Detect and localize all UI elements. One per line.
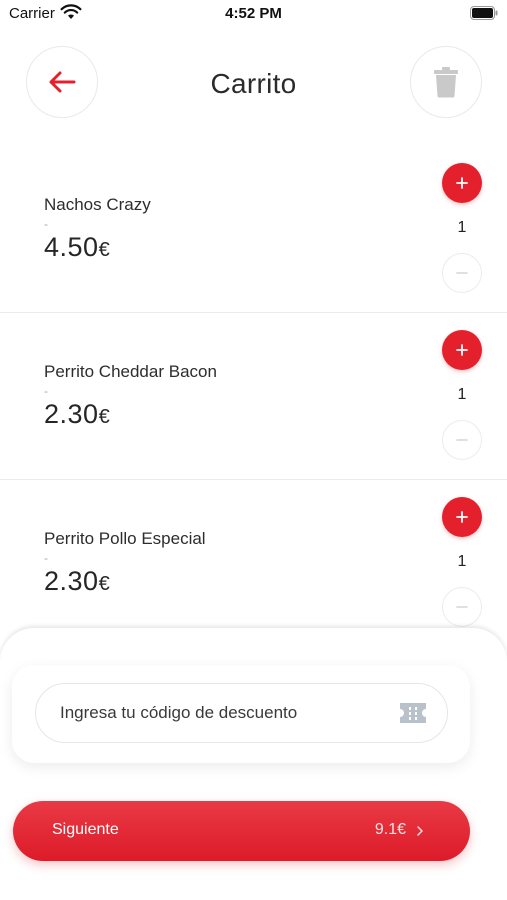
decrease-quantity-button[interactable]	[442, 587, 482, 627]
item-name: Perrito Pollo Especial	[44, 529, 206, 548]
discount-card: Ingresa tu código de descuento	[12, 665, 470, 763]
chevron-right-icon	[417, 826, 423, 836]
item-quantity: 1	[457, 219, 467, 236]
cart-screen: Carrier 4:52 PM Carrito Nachos Crazy - 4…	[0, 0, 507, 900]
cart-total: 9.1€	[374, 821, 406, 838]
item-description: -	[44, 551, 48, 565]
item-description: -	[44, 384, 48, 398]
ticket-icon	[400, 703, 426, 723]
decrease-quantity-button[interactable]	[442, 420, 482, 460]
item-quantity: 1	[457, 553, 467, 570]
minus-icon	[456, 272, 468, 274]
item-price: 2.30€	[44, 399, 110, 430]
battery-icon	[470, 6, 498, 20]
checkout-sheet: Ingresa tu código de descuento Siguiente…	[0, 628, 507, 900]
plus-icon	[456, 344, 468, 356]
discount-code-input[interactable]: Ingresa tu código de descuento	[35, 683, 448, 743]
item-price: 2.30€	[44, 566, 110, 597]
item-price-currency: €	[98, 573, 111, 595]
next-button[interactable]: Siguiente 9.1€	[13, 801, 470, 861]
cart-item: Perrito Cheddar Bacon - 2.30€ 1	[0, 313, 507, 480]
item-price-value: 2.30	[44, 399, 99, 429]
item-name: Nachos Crazy	[44, 195, 151, 214]
minus-icon	[456, 606, 468, 608]
item-price-value: 4.50	[44, 232, 99, 262]
item-price-currency: €	[98, 406, 111, 428]
clear-cart-button[interactable]	[410, 46, 482, 118]
item-name: Perrito Cheddar Bacon	[44, 362, 217, 381]
item-price-value: 2.30	[44, 566, 99, 596]
status-bar: Carrier 4:52 PM	[0, 0, 507, 30]
plus-icon	[456, 511, 468, 523]
item-price-currency: €	[98, 239, 111, 261]
cart-item: Perrito Pollo Especial - 2.30€ 1	[0, 480, 507, 647]
next-button-label: Siguiente	[52, 821, 119, 838]
increase-quantity-button[interactable]	[442, 163, 482, 203]
cart-item: Nachos Crazy - 4.50€ 1	[0, 146, 507, 313]
increase-quantity-button[interactable]	[442, 497, 482, 537]
plus-icon	[456, 177, 468, 189]
minus-icon	[456, 439, 468, 441]
item-description: -	[44, 217, 48, 231]
status-time: 4:52 PM	[225, 5, 282, 22]
item-quantity: 1	[457, 386, 467, 403]
discount-placeholder: Ingresa tu código de descuento	[60, 703, 298, 722]
decrease-quantity-button[interactable]	[442, 253, 482, 293]
increase-quantity-button[interactable]	[442, 330, 482, 370]
item-price: 4.50€	[44, 232, 110, 263]
trash-icon	[434, 67, 458, 98]
